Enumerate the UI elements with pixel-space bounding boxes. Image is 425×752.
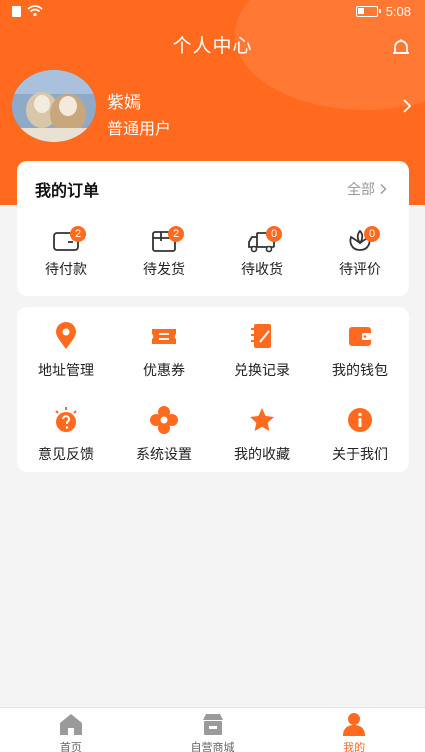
order-label: 待收货 <box>241 261 283 277</box>
chevron-right-icon[interactable] <box>401 98 413 114</box>
star-icon <box>250 408 274 431</box>
service-my-wallet[interactable]: 我的钱包 <box>311 321 409 385</box>
location-pin-icon <box>56 322 76 349</box>
info-icon <box>348 408 372 432</box>
coupon-icon <box>152 329 176 344</box>
user-type: 普通用户 <box>107 121 172 138</box>
tab-store[interactable]: 自营商城 <box>142 708 284 752</box>
service-label: 我的钱包 <box>332 362 388 378</box>
home-icon <box>59 714 82 735</box>
profile-icon <box>343 713 366 736</box>
wifi-icon <box>27 5 43 17</box>
page-title: 个人中心 <box>172 36 253 57</box>
see-all-label: 全部 <box>347 181 375 197</box>
service-coupons[interactable]: 优惠券 <box>115 321 213 385</box>
orders-title: 我的订单 <box>35 183 100 200</box>
service-label: 系统设置 <box>136 446 192 462</box>
settings-flower-icon <box>150 406 178 434</box>
order-count-badge: 2 <box>70 226 86 242</box>
service-label: 优惠券 <box>143 362 185 378</box>
order-count-badge: 0 <box>364 226 380 242</box>
services-card: 地址管理 优惠券 兑换记录 我的钱包 意见反馈 系统设置 我的收藏 关于我们 <box>17 307 409 472</box>
order-count-badge: 0 <box>266 226 282 242</box>
service-my-favorites[interactable]: 我的收藏 <box>213 405 311 469</box>
question-bulb-icon <box>55 407 77 432</box>
tab-profile[interactable]: 我的 <box>283 708 425 752</box>
tab-label: 自营商城 <box>190 742 235 752</box>
service-label: 我的收藏 <box>234 446 290 462</box>
service-system-settings[interactable]: 系统设置 <box>115 405 213 469</box>
order-pending-review[interactable]: 0 待评价 <box>311 223 409 287</box>
service-exchange-records[interactable]: 兑换记录 <box>213 321 311 385</box>
service-label: 意见反馈 <box>38 446 94 462</box>
service-label: 关于我们 <box>332 446 388 462</box>
username: 紫嫣 <box>107 93 141 112</box>
see-all-orders-link[interactable]: 全部 <box>347 179 387 199</box>
order-label: 待付款 <box>45 261 87 277</box>
store-icon <box>202 714 223 735</box>
chevron-right-icon <box>380 184 387 194</box>
wallet-icon <box>349 327 371 346</box>
orders-card: 我的订单 全部 2 待付款 2 待发货 0 待收货 0 待评价 <box>17 161 409 296</box>
order-pending-receipt[interactable]: 0 待收货 <box>213 223 311 287</box>
tab-label: 我的 <box>343 742 366 752</box>
order-label: 待评价 <box>339 261 381 277</box>
bottom-tab-bar: 首页 自营商城 我的 <box>0 707 425 752</box>
profile-section[interactable]: 紫嫣 普通用户 <box>12 70 417 142</box>
order-label: 待发货 <box>143 261 185 277</box>
order-count-badge: 2 <box>168 226 184 242</box>
service-label: 兑换记录 <box>234 362 290 378</box>
service-address-management[interactable]: 地址管理 <box>17 321 115 385</box>
order-pending-payment[interactable]: 2 待付款 <box>17 223 115 287</box>
avatar[interactable] <box>12 70 96 142</box>
status-time: 5:08 <box>385 4 411 19</box>
notebook-icon <box>251 324 271 348</box>
service-feedback[interactable]: 意见反馈 <box>17 405 115 469</box>
service-about-us[interactable]: 关于我们 <box>311 405 409 469</box>
service-label: 地址管理 <box>38 362 94 378</box>
tab-home[interactable]: 首页 <box>0 708 142 752</box>
bell-icon[interactable] <box>389 36 413 60</box>
tab-label: 首页 <box>59 742 82 752</box>
status-bar: 5:08 <box>0 0 425 24</box>
sim-alert-icon <box>12 5 21 17</box>
order-pending-shipment[interactable]: 2 待发货 <box>115 223 213 287</box>
battery-icon <box>355 6 381 17</box>
